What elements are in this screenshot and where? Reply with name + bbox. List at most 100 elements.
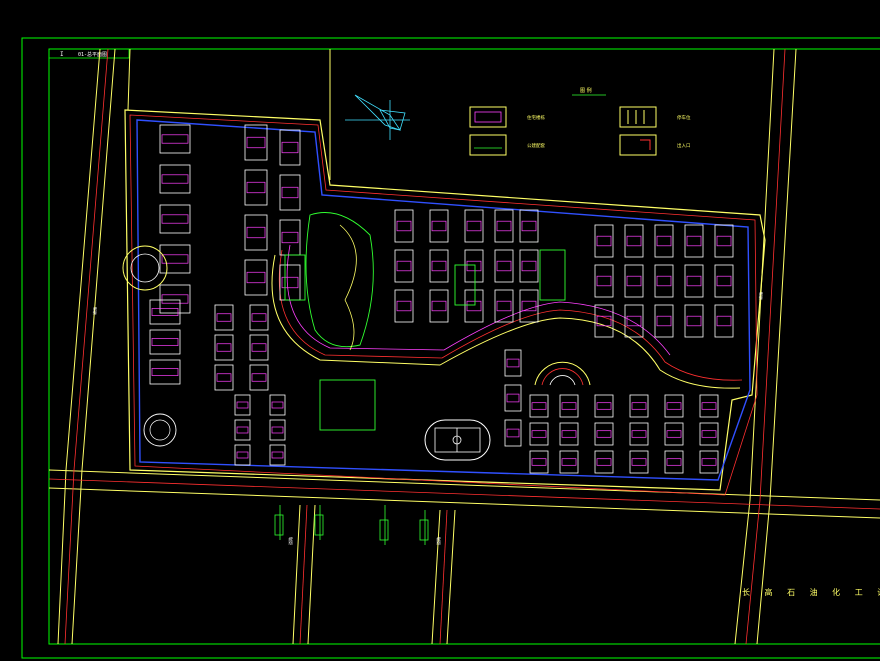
- building-block: [214, 364, 234, 391]
- building-block: [684, 304, 704, 338]
- building-block: [559, 394, 579, 418]
- building-core: [626, 315, 642, 327]
- building-block: [594, 450, 614, 474]
- building-block: [244, 259, 268, 296]
- building-core: [686, 235, 702, 247]
- building-block: [494, 249, 514, 283]
- building-block: [244, 214, 268, 251]
- building-core: [246, 226, 266, 239]
- building-block: [149, 329, 181, 355]
- building-core: [281, 141, 299, 154]
- building-block: [529, 394, 549, 418]
- cad-drawing-canvas[interactable]: I 01-总平面图 图 例 住宅楼栋 公建配套 停车位 出入口 道路 道路 道路…: [0, 0, 880, 661]
- building-core: [271, 451, 284, 459]
- building-block: [664, 394, 684, 418]
- sports-field: [424, 419, 491, 461]
- building-core: [466, 300, 482, 312]
- building-block: [394, 249, 414, 283]
- building-core: [246, 181, 266, 194]
- building-core: [686, 315, 702, 327]
- building-block: [504, 384, 522, 412]
- road-centerlines: [48, 48, 880, 645]
- building-block: [429, 209, 449, 243]
- building-block: [504, 419, 522, 447]
- building-block: [464, 249, 484, 283]
- building-core: [596, 402, 612, 410]
- building-block: [249, 364, 269, 391]
- building-core: [281, 276, 299, 289]
- building-block: [699, 394, 719, 418]
- legend-label-4: 出入口: [677, 142, 691, 149]
- building-block: [159, 284, 191, 314]
- road-label-2: 道路: [91, 307, 98, 315]
- building-core: [701, 402, 717, 410]
- outer-frame: [21, 37, 880, 659]
- building-core: [701, 458, 717, 466]
- building-core: [666, 402, 682, 410]
- legend-label-2: 公建配套: [527, 142, 545, 149]
- building-block: [654, 264, 674, 298]
- building-block: [624, 304, 644, 338]
- building-block: [664, 450, 684, 474]
- building-core: [151, 338, 179, 346]
- building-core: [431, 260, 447, 272]
- building-core: [506, 393, 520, 403]
- building-block: [559, 450, 579, 474]
- building-core: [531, 458, 547, 466]
- building-core: [531, 430, 547, 438]
- building-block: [244, 169, 268, 206]
- internal-road-red: [278, 249, 743, 381]
- building-core: [506, 358, 520, 368]
- city-roads: [48, 48, 880, 645]
- building-core: [716, 315, 732, 327]
- building-block: [629, 394, 649, 418]
- site-boundary: [124, 109, 766, 491]
- building-block: [594, 422, 614, 446]
- legend-swatch-2: [469, 134, 507, 156]
- building-block: [494, 209, 514, 243]
- building-core: [161, 294, 189, 304]
- building-block: [629, 422, 649, 446]
- building-block: [214, 334, 234, 361]
- building-block: [149, 299, 181, 325]
- building-block: [594, 264, 614, 298]
- building-core: [271, 401, 284, 409]
- building-core: [281, 231, 299, 244]
- building-block: [279, 129, 301, 166]
- building-core: [656, 315, 672, 327]
- road-label-3: 道路: [435, 537, 441, 545]
- central-park: [284, 212, 566, 431]
- building-core: [656, 235, 672, 247]
- internal-road: [271, 254, 741, 389]
- building-block: [594, 224, 614, 258]
- building-core: [431, 220, 447, 232]
- building-core: [281, 186, 299, 199]
- building-core: [521, 220, 537, 232]
- semicircle-plaza: [534, 361, 591, 386]
- building-block: [494, 289, 514, 323]
- building-block: [624, 224, 644, 258]
- building-core: [236, 401, 249, 409]
- building-core: [521, 260, 537, 272]
- title-tab-code: 01-总平面图: [78, 51, 107, 58]
- building-core: [246, 136, 266, 149]
- building-core: [656, 275, 672, 287]
- building-core: [161, 214, 189, 224]
- building-block: [249, 304, 269, 331]
- title-tab-tag: I: [60, 51, 64, 58]
- building-core: [686, 275, 702, 287]
- building-block: [464, 209, 484, 243]
- building-core: [521, 300, 537, 312]
- building-core: [496, 300, 512, 312]
- building-block: [214, 304, 234, 331]
- building-core: [631, 430, 647, 438]
- building-block: [504, 349, 522, 377]
- building-block: [594, 394, 614, 418]
- building-core: [216, 343, 232, 352]
- building-core: [161, 174, 189, 184]
- building-core: [271, 426, 284, 434]
- building-block: [279, 174, 301, 211]
- building-core: [396, 260, 412, 272]
- building-core: [496, 220, 512, 232]
- building-core: [716, 235, 732, 247]
